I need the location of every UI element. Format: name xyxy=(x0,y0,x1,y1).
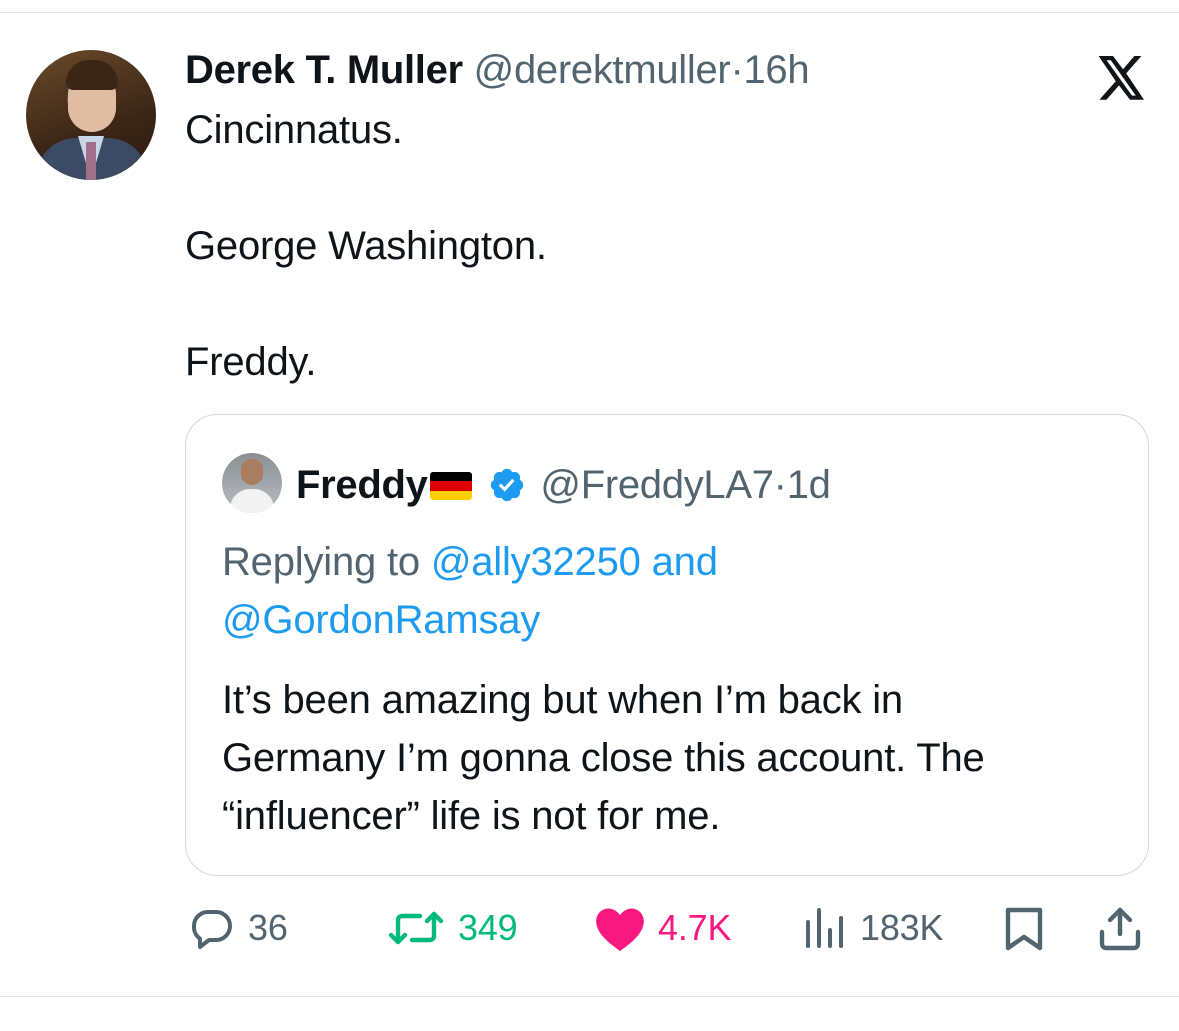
views-count: 183K xyxy=(860,907,944,948)
meta-separator: · xyxy=(730,48,744,92)
tweet-time[interactable]: 16h xyxy=(743,48,809,92)
bookmark-button[interactable] xyxy=(1002,898,1046,958)
quoted-meta-separator: · xyxy=(773,463,787,507)
reply-mention-1[interactable]: @ally32250 xyxy=(431,540,641,584)
share-button[interactable] xyxy=(1096,898,1144,958)
author-avatar[interactable] xyxy=(26,50,156,180)
bottom-divider xyxy=(0,996,1179,997)
tweet-header: Derek T. Muller @derektmuller·16h xyxy=(185,44,810,96)
quoted-author-name[interactable]: Freddy xyxy=(296,463,428,507)
tweet-text-line: George Washington. xyxy=(185,224,547,268)
reply-icon xyxy=(191,910,232,949)
heart-icon xyxy=(596,908,644,951)
views-icon xyxy=(806,908,843,948)
bookmark-icon xyxy=(1005,907,1043,951)
quoted-text-line: It’s been amazing but when I’m back in xyxy=(222,678,903,722)
action-bar: 36 349 4.7K 183K xyxy=(0,898,1179,958)
reply-and[interactable]: and xyxy=(652,540,718,584)
retweet-button[interactable]: 349 xyxy=(386,898,518,958)
tweet-text-line: Cincinnatus. xyxy=(185,108,403,152)
quoted-tweet-text: It’s been amazing but when I’m back in G… xyxy=(222,671,985,845)
share-icon xyxy=(1099,907,1141,951)
author-handle[interactable]: @derektmuller xyxy=(474,48,731,92)
views-button[interactable]: 183K xyxy=(800,898,943,958)
quoted-author-avatar[interactable] xyxy=(222,453,282,513)
reply-mention-2[interactable]: @GordonRamsay xyxy=(222,598,540,642)
quoted-text-line: Germany I’m gonna close this account. Th… xyxy=(222,736,985,780)
quoted-tweet[interactable]: Freddy @FreddyLA7·1d Replying to @ally32… xyxy=(185,414,1149,876)
retweet-count: 349 xyxy=(458,907,518,948)
reply-button[interactable]: 36 xyxy=(188,898,288,958)
like-button[interactable]: 4.7K xyxy=(594,898,731,958)
author-name[interactable]: Derek T. Muller xyxy=(185,48,463,92)
germany-flag-icon xyxy=(429,472,472,500)
replying-to: Replying to @ally32250 and @GordonRamsay xyxy=(222,533,718,649)
reply-count: 36 xyxy=(248,907,288,948)
quoted-author-handle[interactable]: @FreddyLA7 xyxy=(540,463,774,507)
retweet-icon xyxy=(388,911,444,945)
replying-prefix: Replying to xyxy=(222,540,420,584)
x-logo-icon[interactable] xyxy=(1096,56,1148,100)
quoted-tweet-time[interactable]: 1d xyxy=(787,463,831,507)
verified-badge-icon xyxy=(491,468,524,502)
like-count: 4.7K xyxy=(658,907,732,948)
top-divider xyxy=(0,12,1179,13)
quoted-text-line: “influencer” life is not for me. xyxy=(222,794,721,838)
quoted-tweet-header: Freddy @FreddyLA7·1d xyxy=(296,459,831,511)
tweet-text-line: Freddy. xyxy=(185,340,317,384)
